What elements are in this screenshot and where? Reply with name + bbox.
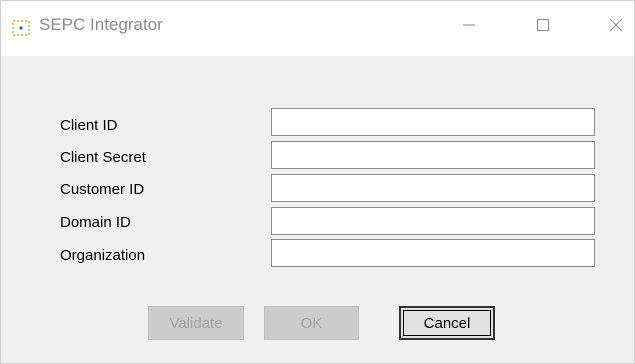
organization-input[interactable] — [271, 239, 595, 267]
window-title: SEPC Integrator — [39, 15, 163, 34]
client-secret-input[interactable] — [271, 141, 595, 169]
ok-button[interactable]: OK — [264, 306, 359, 340]
cancel-button[interactable]: Cancel — [399, 306, 495, 340]
minimize-button[interactable] — [451, 13, 487, 41]
minimize-icon — [462, 18, 476, 37]
client-id-label: Client ID — [60, 117, 118, 134]
domain-id-input[interactable] — [271, 207, 595, 235]
dotted-frame-icon — [12, 19, 30, 37]
client-id-input[interactable] — [271, 108, 595, 136]
client-secret-label: Client Secret — [60, 149, 146, 166]
close-icon — [608, 17, 624, 38]
customer-id-label: Customer ID — [60, 181, 145, 198]
organization-label: Organization — [60, 247, 146, 264]
customer-id-input[interactable] — [271, 174, 595, 202]
maximize-icon — [536, 18, 550, 37]
domain-id-label: Domain ID — [60, 214, 131, 231]
maximize-button[interactable] — [525, 13, 561, 41]
cancel-button-label: Cancel — [423, 314, 471, 332]
dialog-window: SEPC Integrator Client ID Client Secret … — [0, 0, 635, 364]
validate-button[interactable]: Validate — [148, 306, 244, 340]
title-bar[interactable]: SEPC Integrator — [1, 1, 634, 56]
close-button[interactable] — [598, 13, 634, 41]
